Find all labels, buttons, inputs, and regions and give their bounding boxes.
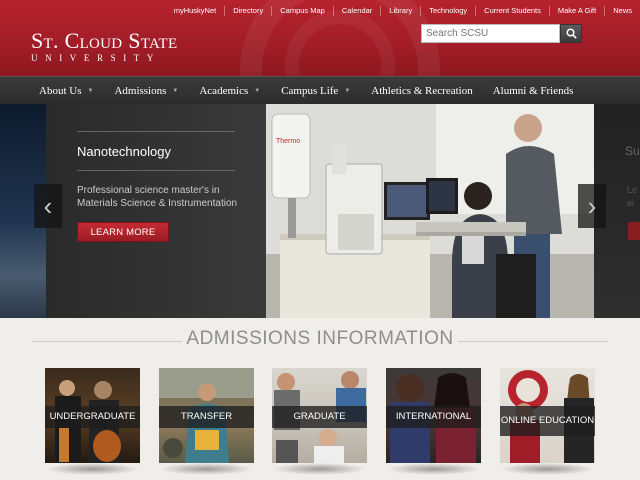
search-input[interactable] [421,24,560,43]
tile-shadow [159,463,254,475]
hero-slider: Nanotechnology Professional science mast… [0,104,640,318]
nav-athletics-recreation[interactable]: Athletics & Recreation [371,77,472,104]
link-myhuskynet[interactable]: myHuskyNet [166,6,225,16]
tile-graduate[interactable]: GRADUATE [272,368,367,463]
search-icon [565,28,577,39]
chevron-down-icon: ▼ [87,87,94,94]
tile-label: INTERNATIONAL [386,406,481,428]
nav-label: Athletics & Recreation [371,84,473,97]
link-current-students[interactable]: Current Students [475,6,549,16]
tile-undergraduate[interactable]: UNDERGRADUATE [45,368,140,463]
next-slide-button [628,222,640,240]
site-header: myHuskyNet Directory Campus Map Calendar… [0,0,640,76]
tile-transfer[interactable]: TRANSFER [159,368,254,463]
slider-prev-button[interactable]: ‹ [34,184,62,228]
tile-online-education[interactable]: ONLINE EDUCATION [500,368,595,463]
nav-label: Campus Life [281,84,339,97]
slide-description: Professional science master's in Materia… [77,185,238,209]
nav-label: Admissions [114,84,167,97]
nav-about-us[interactable]: About Us ▼ [39,77,93,104]
chevron-left-icon: ‹ [43,190,53,221]
slide-caption-panel: Nanotechnology Professional science mast… [46,104,266,318]
tile-shadow [272,463,367,475]
photo-brand-label: Thermo [276,138,301,145]
link-make-a-gift[interactable]: Make A Gift [548,6,604,16]
next-slide-text: Le ei [627,185,638,208]
nav-alumni-friends[interactable]: Alumni & Friends [493,77,574,104]
link-campus-map[interactable]: Campus Map [271,6,333,16]
link-library[interactable]: Library [380,6,420,16]
nav-label: Alumni & Friends [492,84,574,97]
search-form [421,24,582,43]
logo-name: St. Cloud State [31,28,178,53]
tile-shadow [500,463,595,475]
link-directory[interactable]: Directory [224,6,271,16]
main-nav: About Us ▼ Admissions ▼ Academics ▼ Camp… [0,76,640,104]
tile-label: ONLINE EDUCATION [500,406,595,436]
nav-label: Academics [199,84,249,97]
link-calendar[interactable]: Calendar [332,6,380,16]
link-technology[interactable]: Technology [420,6,475,16]
tile-label: UNDERGRADUATE [45,406,140,428]
chevron-down-icon: ▼ [254,87,261,94]
admissions-title: ADMISSIONS INFORMATION [186,328,454,349]
nav-campus-life[interactable]: Campus Life ▼ [281,77,350,104]
university-logo[interactable]: St. Cloud State UNIVERSITY [31,28,178,64]
lab-photo-illustration [266,104,594,318]
chevron-down-icon: ▼ [172,87,179,94]
tile-shadow [386,463,481,475]
slide-photo: Thermo [266,104,594,318]
logo-subtitle: UNIVERSITY [31,53,161,63]
nav-label: About Us [39,84,82,97]
slide-title: Nanotechnology [77,144,171,159]
tile-shadow [45,463,140,475]
learn-more-button[interactable]: LEARN MORE [77,222,169,242]
tile-label: GRADUATE [272,406,367,428]
tile-label: TRANSFER [159,406,254,428]
utility-links: myHuskyNet Directory Campus Map Calendar… [166,3,640,19]
chevron-down-icon: ▼ [344,87,351,94]
divider [77,170,235,171]
chevron-right-icon: › [587,190,597,221]
link-news[interactable]: News [604,6,640,16]
nav-admissions[interactable]: Admissions ▼ [114,77,178,104]
divider [77,131,235,132]
tile-international[interactable]: INTERNATIONAL [386,368,481,463]
search-button[interactable] [560,24,582,43]
nav-academics[interactable]: Academics ▼ [199,77,260,104]
slider-next-button[interactable]: › [578,184,606,228]
next-slide-title: Su [625,144,640,158]
